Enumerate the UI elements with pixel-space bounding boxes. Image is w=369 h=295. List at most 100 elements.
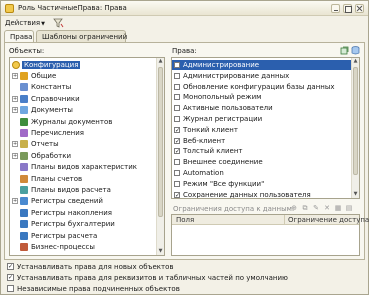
tree-item[interactable]: Планы счетов xyxy=(10,174,158,184)
tree-item[interactable]: Регистры бухгалтерии xyxy=(10,219,158,229)
right-item[interactable]: Обновление конфигурации базы данных xyxy=(172,82,352,92)
right-checkbox[interactable] xyxy=(174,116,180,122)
tree-item-label: Конфигурация xyxy=(22,61,81,69)
right-label: Журнал регистрации xyxy=(183,115,263,123)
right-checkbox[interactable]: ✓ xyxy=(174,137,180,144)
filter-icon[interactable] xyxy=(53,18,64,28)
right-checkbox[interactable] xyxy=(174,159,180,166)
add-icon[interactable]: ⊕ xyxy=(290,204,298,212)
scroll-down-icon[interactable]: ▼ xyxy=(158,249,163,254)
rights-list[interactable]: Администрирование Администрирование данны… xyxy=(171,57,360,199)
document-icon xyxy=(20,106,28,115)
right-checkbox[interactable] xyxy=(174,105,180,112)
minimize-button[interactable] xyxy=(331,4,340,13)
rights-scrollbar[interactable]: ▲ ▼ xyxy=(351,58,359,198)
expand-icon[interactable]: + xyxy=(12,73,18,79)
objects-scrollbar[interactable]: ▲ ▼ xyxy=(156,58,164,255)
refresh-icon[interactable] xyxy=(340,46,349,55)
tree-item[interactable]: + Общие xyxy=(10,71,158,81)
journal-icon xyxy=(20,117,28,126)
scroll-thumb[interactable] xyxy=(353,67,358,175)
actions-menu[interactable]: Действия▼ xyxy=(5,19,45,27)
access-restrictions-table[interactable]: Поля Ограничение доступа xyxy=(171,214,369,256)
tree-item-label: Регистры бухгалтерии xyxy=(31,220,115,229)
right-checkbox[interactable]: ✓ xyxy=(174,191,180,198)
right-item[interactable]: Внешнее соединение xyxy=(172,157,352,167)
catalog-icon xyxy=(20,94,28,103)
tree-item[interactable]: + Справочники xyxy=(10,94,158,104)
maximize-button[interactable] xyxy=(343,4,352,13)
scroll-thumb[interactable] xyxy=(158,67,163,217)
tree-item-label: Регистры сведений xyxy=(31,197,103,206)
expand-icon[interactable]: + xyxy=(12,95,18,102)
right-checkbox[interactable]: ✓ xyxy=(174,126,180,133)
expand-icon[interactable]: + xyxy=(12,141,18,148)
right-checkbox[interactable] xyxy=(174,83,180,90)
right-item[interactable]: ✓ Тонкий клиент xyxy=(172,125,352,135)
right-checkbox[interactable] xyxy=(174,170,180,176)
tree-item[interactable]: + Регистры сведений xyxy=(10,196,158,206)
table-header: Поля Ограничение доступа xyxy=(172,215,369,225)
database-icon[interactable] xyxy=(351,46,360,55)
right-item[interactable]: ✓ Сохранение данных пользователя xyxy=(172,190,352,198)
right-checkbox[interactable] xyxy=(174,62,180,68)
right-checkbox[interactable] xyxy=(174,72,180,79)
right-item[interactable]: Монопольный режим xyxy=(172,92,352,102)
column-access-restriction[interactable]: Ограничение доступа xyxy=(288,216,369,224)
tree-item[interactable]: + Обработки xyxy=(10,151,158,161)
scroll-up-icon[interactable]: ▲ xyxy=(353,59,358,64)
calc-register-icon xyxy=(20,231,28,240)
option-checkbox[interactable] xyxy=(7,285,14,292)
expand-icon[interactable]: + xyxy=(12,152,18,159)
tree-item[interactable]: + Отчеты xyxy=(10,139,158,149)
right-item[interactable]: ✓ Толстый клиент xyxy=(172,146,352,156)
option-checkbox[interactable]: ✓ xyxy=(7,274,14,281)
accounts-icon xyxy=(20,174,28,183)
tree-item[interactable]: Регистры накопления xyxy=(10,208,158,218)
copy-icon[interactable]: ⧉ xyxy=(301,204,309,212)
role-rights-window: Роль ЧастичныеПрава: Права Действия▼ Пра… xyxy=(0,0,369,295)
right-label: Режим "Все функции" xyxy=(183,179,265,188)
table-icon[interactable]: ▤ xyxy=(345,204,353,212)
tree-item[interactable]: Планы видов расчета xyxy=(10,185,158,195)
delete-icon[interactable]: ✕ xyxy=(323,204,331,212)
right-label: Монопольный режим xyxy=(183,93,262,102)
right-item[interactable]: ✓ Веб-клиент xyxy=(172,136,352,146)
right-item[interactable]: Automation xyxy=(172,168,352,178)
tree-item-configuration[interactable]: Конфигурация xyxy=(10,60,158,70)
column-fields[interactable]: Поля xyxy=(176,216,194,224)
right-item[interactable]: Администрирование данных xyxy=(172,71,352,81)
close-button[interactable] xyxy=(355,4,364,13)
option-checkbox[interactable]: ✓ xyxy=(7,263,14,270)
right-label: Активные пользователи xyxy=(183,104,273,113)
edit-icon[interactable]: ✎ xyxy=(312,204,320,212)
tab-restriction-templates[interactable]: Шаблоны ограничений xyxy=(36,30,127,42)
right-checkbox[interactable] xyxy=(174,94,180,101)
tree-item-label: Перечисления xyxy=(31,129,84,137)
right-label: Automation xyxy=(183,169,224,177)
expand-icon[interactable]: + xyxy=(12,107,18,114)
grid-icon[interactable]: ▦ xyxy=(334,204,342,212)
tree-item-label: Документы xyxy=(31,106,73,115)
tree-item[interactable]: + Документы xyxy=(10,105,158,115)
right-item[interactable]: Режим "Все функции" xyxy=(172,179,352,189)
right-checkbox[interactable]: ✓ xyxy=(174,148,180,155)
right-item[interactable]: Активные пользователи xyxy=(172,103,352,113)
scroll-down-icon[interactable]: ▼ xyxy=(353,192,358,197)
right-checkbox[interactable] xyxy=(174,180,180,187)
objects-tree[interactable]: Конфигурация + Общие Константы + Справочники… xyxy=(9,57,165,256)
right-item[interactable]: Администрирование xyxy=(172,60,352,70)
tree-item[interactable]: Константы xyxy=(10,82,158,92)
right-label: Администрирование данных xyxy=(183,71,290,80)
tree-item[interactable]: Планы видов характеристик xyxy=(10,162,158,172)
folder-icon xyxy=(20,72,28,80)
tree-item[interactable]: Регистры расчета xyxy=(10,231,158,241)
tree-item[interactable]: Журналы документов xyxy=(10,117,158,127)
scroll-up-icon[interactable]: ▲ xyxy=(158,59,163,64)
tree-item[interactable]: Бизнес-процессы xyxy=(10,242,158,252)
right-label: Тонкий клиент xyxy=(183,125,238,134)
tree-item-label: Отчеты xyxy=(31,140,59,149)
expand-icon[interactable]: + xyxy=(12,198,18,205)
tree-item[interactable]: Перечисления xyxy=(10,128,158,138)
right-item[interactable]: Журнал регистрации xyxy=(172,114,352,124)
